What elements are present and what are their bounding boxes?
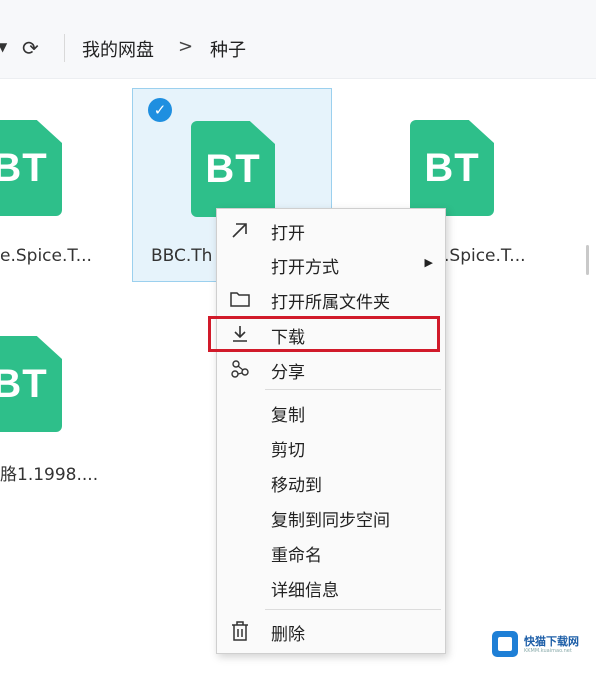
menu-item-move-to[interactable]: 移动到 — [217, 465, 445, 499]
menu-item-label: 复制到同步空间 — [271, 511, 390, 531]
file-tile[interactable]: BT e.Spice.T... — [0, 90, 118, 282]
menu-item-label: 打开所属文件夹 — [271, 293, 390, 313]
file-tile[interactable]: BT 胳1.1998.... — [0, 302, 118, 494]
toolbar-separator — [64, 34, 65, 62]
arrow-up-right-icon — [227, 217, 253, 243]
menu-item-open-with[interactable]: 打开方式 ▶ — [217, 247, 445, 281]
watermark-logo-icon — [492, 631, 518, 657]
menu-item-copy-to-sync[interactable]: 复制到同步空间 — [217, 500, 445, 534]
menu-item-label: 详细信息 — [271, 581, 339, 601]
menu-item-label: 复制 — [271, 406, 305, 426]
context-menu: 打开 打开方式 ▶ 打开所属文件夹 下载 分享 复制 剪切 移动到 复制到同步空… — [216, 208, 446, 654]
scrollbar[interactable] — [586, 245, 589, 275]
menu-divider — [265, 389, 441, 390]
check-icon[interactable]: ✓ — [148, 98, 172, 122]
toolbar: ▼ ⟳ 我的网盘 > 种子 — [0, 0, 596, 79]
menu-item-label: 分享 — [271, 363, 305, 383]
menu-item-label: 打开 — [271, 224, 305, 244]
breadcrumb-seeds[interactable]: 种子 — [210, 36, 246, 62]
watermark-title: 快猫下载网 — [524, 635, 579, 648]
bt-label: BT — [0, 361, 48, 406]
menu-item-details[interactable]: 详细信息 — [217, 570, 445, 604]
menu-item-cut[interactable]: 剪切 — [217, 430, 445, 464]
menu-item-share[interactable]: 分享 — [217, 352, 445, 386]
refresh-icon[interactable]: ⟳ — [22, 36, 39, 60]
share-icon — [227, 356, 253, 382]
folder-icon — [227, 286, 253, 312]
chevron-right-icon: ▶ — [424, 256, 433, 269]
file-name: BBC.Th — [151, 246, 213, 266]
breadcrumb-my-drive[interactable]: 我的网盘 — [82, 36, 154, 62]
menu-item-label: 剪切 — [271, 441, 305, 461]
bt-file-icon: BT — [0, 120, 62, 216]
menu-item-rename[interactable]: 重命名 — [217, 535, 445, 569]
menu-item-delete[interactable]: 删除 — [217, 614, 445, 648]
menu-item-label: 重命名 — [271, 546, 322, 566]
menu-divider — [265, 609, 441, 610]
dropdown-arrow-icon[interactable]: ▼ — [0, 40, 7, 54]
bt-label: BT — [424, 145, 480, 190]
bt-label: BT — [0, 145, 48, 190]
bt-file-icon: BT — [410, 120, 494, 216]
breadcrumb-separator: > — [178, 36, 194, 57]
bt-file-icon: BT — [0, 336, 62, 432]
bt-file-icon: BT — [191, 121, 275, 217]
menu-item-label: 移动到 — [271, 476, 322, 496]
menu-item-copy[interactable]: 复制 — [217, 395, 445, 429]
file-name: .Spice.T... — [444, 246, 526, 266]
menu-item-open[interactable]: 打开 — [217, 213, 445, 247]
file-name: 胳1.1998.... — [0, 465, 99, 485]
download-highlight-box — [208, 316, 440, 352]
trash-icon — [227, 618, 253, 644]
menu-item-label: 删除 — [271, 625, 305, 645]
menu-item-open-folder[interactable]: 打开所属文件夹 — [217, 282, 445, 316]
bt-label: BT — [205, 146, 261, 191]
menu-item-label: 打开方式 — [271, 258, 339, 278]
watermark-subtitle: KKMM.kuaimao.net — [524, 648, 572, 654]
watermark: 快猫下载网 KKMM.kuaimao.net — [492, 631, 592, 659]
file-name: e.Spice.T... — [0, 246, 92, 266]
